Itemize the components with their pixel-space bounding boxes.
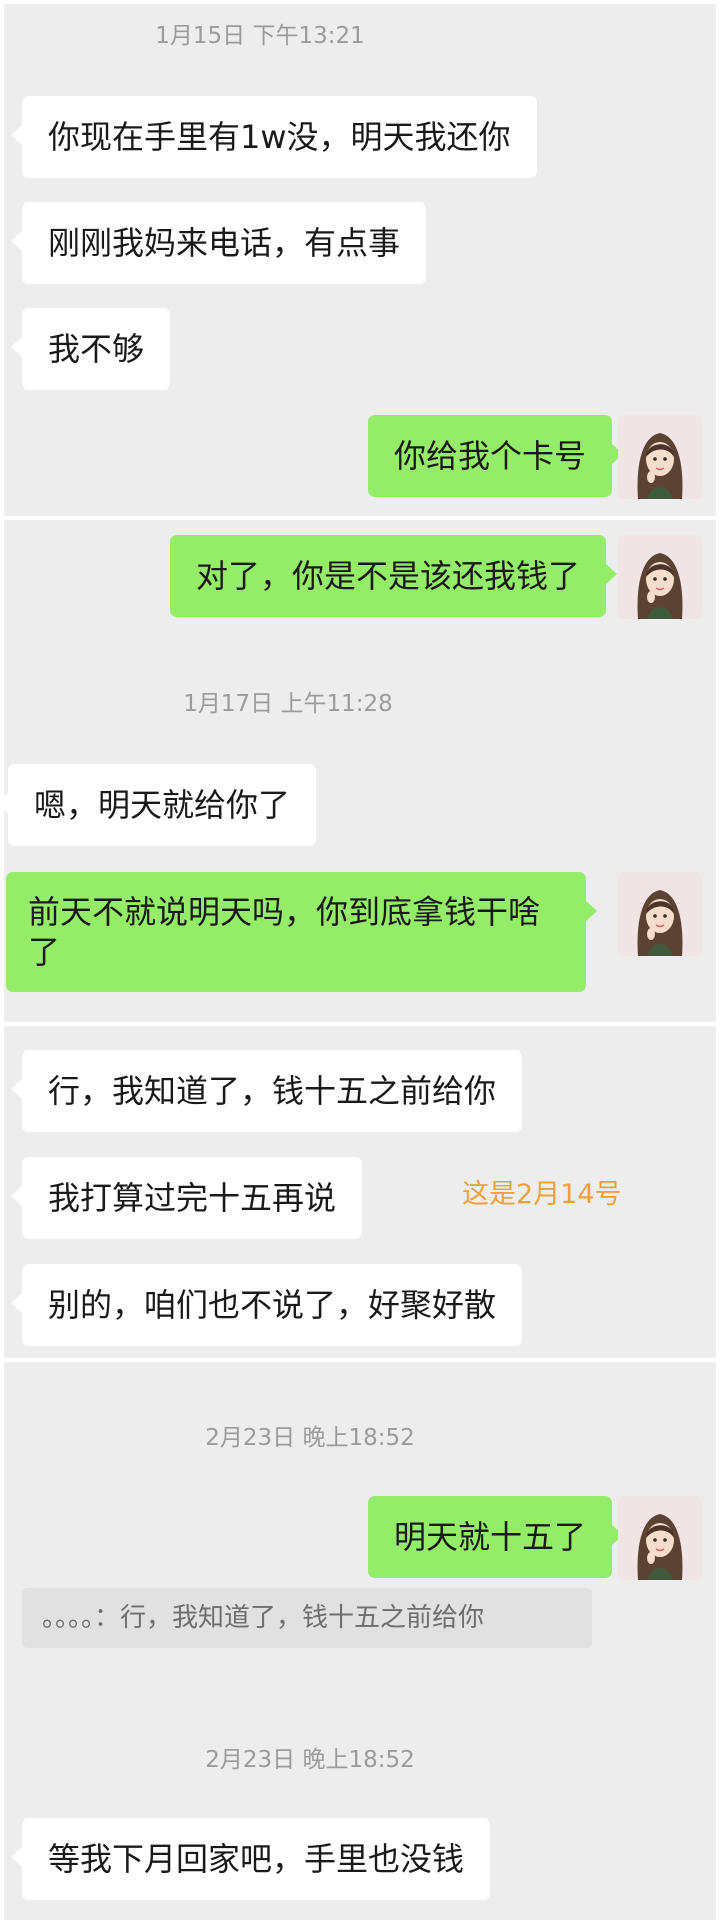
message-bubble-sent[interactable]: 明天就十五了	[367, 1496, 624, 1578]
chat-panel-4: 2月23日 晚上18:52 明天就十五了 。。。。：行，我知道了，钱十五之前给你…	[4, 1362, 716, 1920]
message-bubble-received[interactable]: 你现在手里有1w没，明天我还你	[11, 96, 537, 178]
message-bubble-received[interactable]: 行，我知道了，钱十五之前给你	[10, 1050, 523, 1132]
message-bubble-received[interactable]: 刚刚我妈来电话，有点事	[10, 202, 427, 284]
message-bubble-received[interactable]: 别的，咱们也不说了，好聚好散	[10, 1264, 523, 1346]
girl-portrait-icon[interactable]	[618, 1496, 702, 1580]
girl-portrait-icon[interactable]	[618, 415, 702, 499]
timestamp: 2月23日 晚上18:52	[205, 1425, 415, 1451]
timestamp: 2月23日 晚上18:52	[205, 1747, 415, 1773]
chat-panel-2: 对了，你是不是该还我钱了 1月17日 上午11:28 嗯，明天就给你了 前天不就…	[4, 520, 716, 1022]
message-bubble-sent[interactable]: 你给我个卡号	[367, 415, 624, 497]
message-bubble-received[interactable]: 我不够	[10, 308, 171, 390]
message-bubble-received[interactable]: 嗯，明天就给你了	[4, 764, 317, 846]
orange-annotation: 这是2月14号	[462, 1179, 622, 1210]
timestamp: 1月17日 上午11:28	[183, 691, 393, 717]
girl-portrait-icon[interactable]	[618, 535, 702, 619]
chat-panel-3: 行，我知道了，钱十五之前给你 我打算过完十五再说 这是2月14号 别的，咱们也不…	[4, 1026, 716, 1358]
message-bubble-received[interactable]: 我打算过完十五再说	[10, 1157, 363, 1239]
timestamp: 1月15日 下午13:21	[155, 23, 365, 49]
message-bubble-received[interactable]: 等我下月回家吧，手里也没钱	[10, 1818, 491, 1900]
girl-portrait-icon[interactable]	[618, 872, 702, 956]
message-bubble-sent[interactable]: 前天不就说明天吗，你到底拿钱干啥了	[6, 872, 597, 992]
chat-panel-1: 1月15日 下午13:21 你现在手里有1w没，明天我还你 刚刚我妈来电话，有点…	[4, 4, 716, 516]
quoted-message[interactable]: 。。。。：行，我知道了，钱十五之前给你	[22, 1588, 592, 1648]
message-bubble-sent[interactable]: 对了，你是不是该还我钱了	[169, 535, 618, 617]
